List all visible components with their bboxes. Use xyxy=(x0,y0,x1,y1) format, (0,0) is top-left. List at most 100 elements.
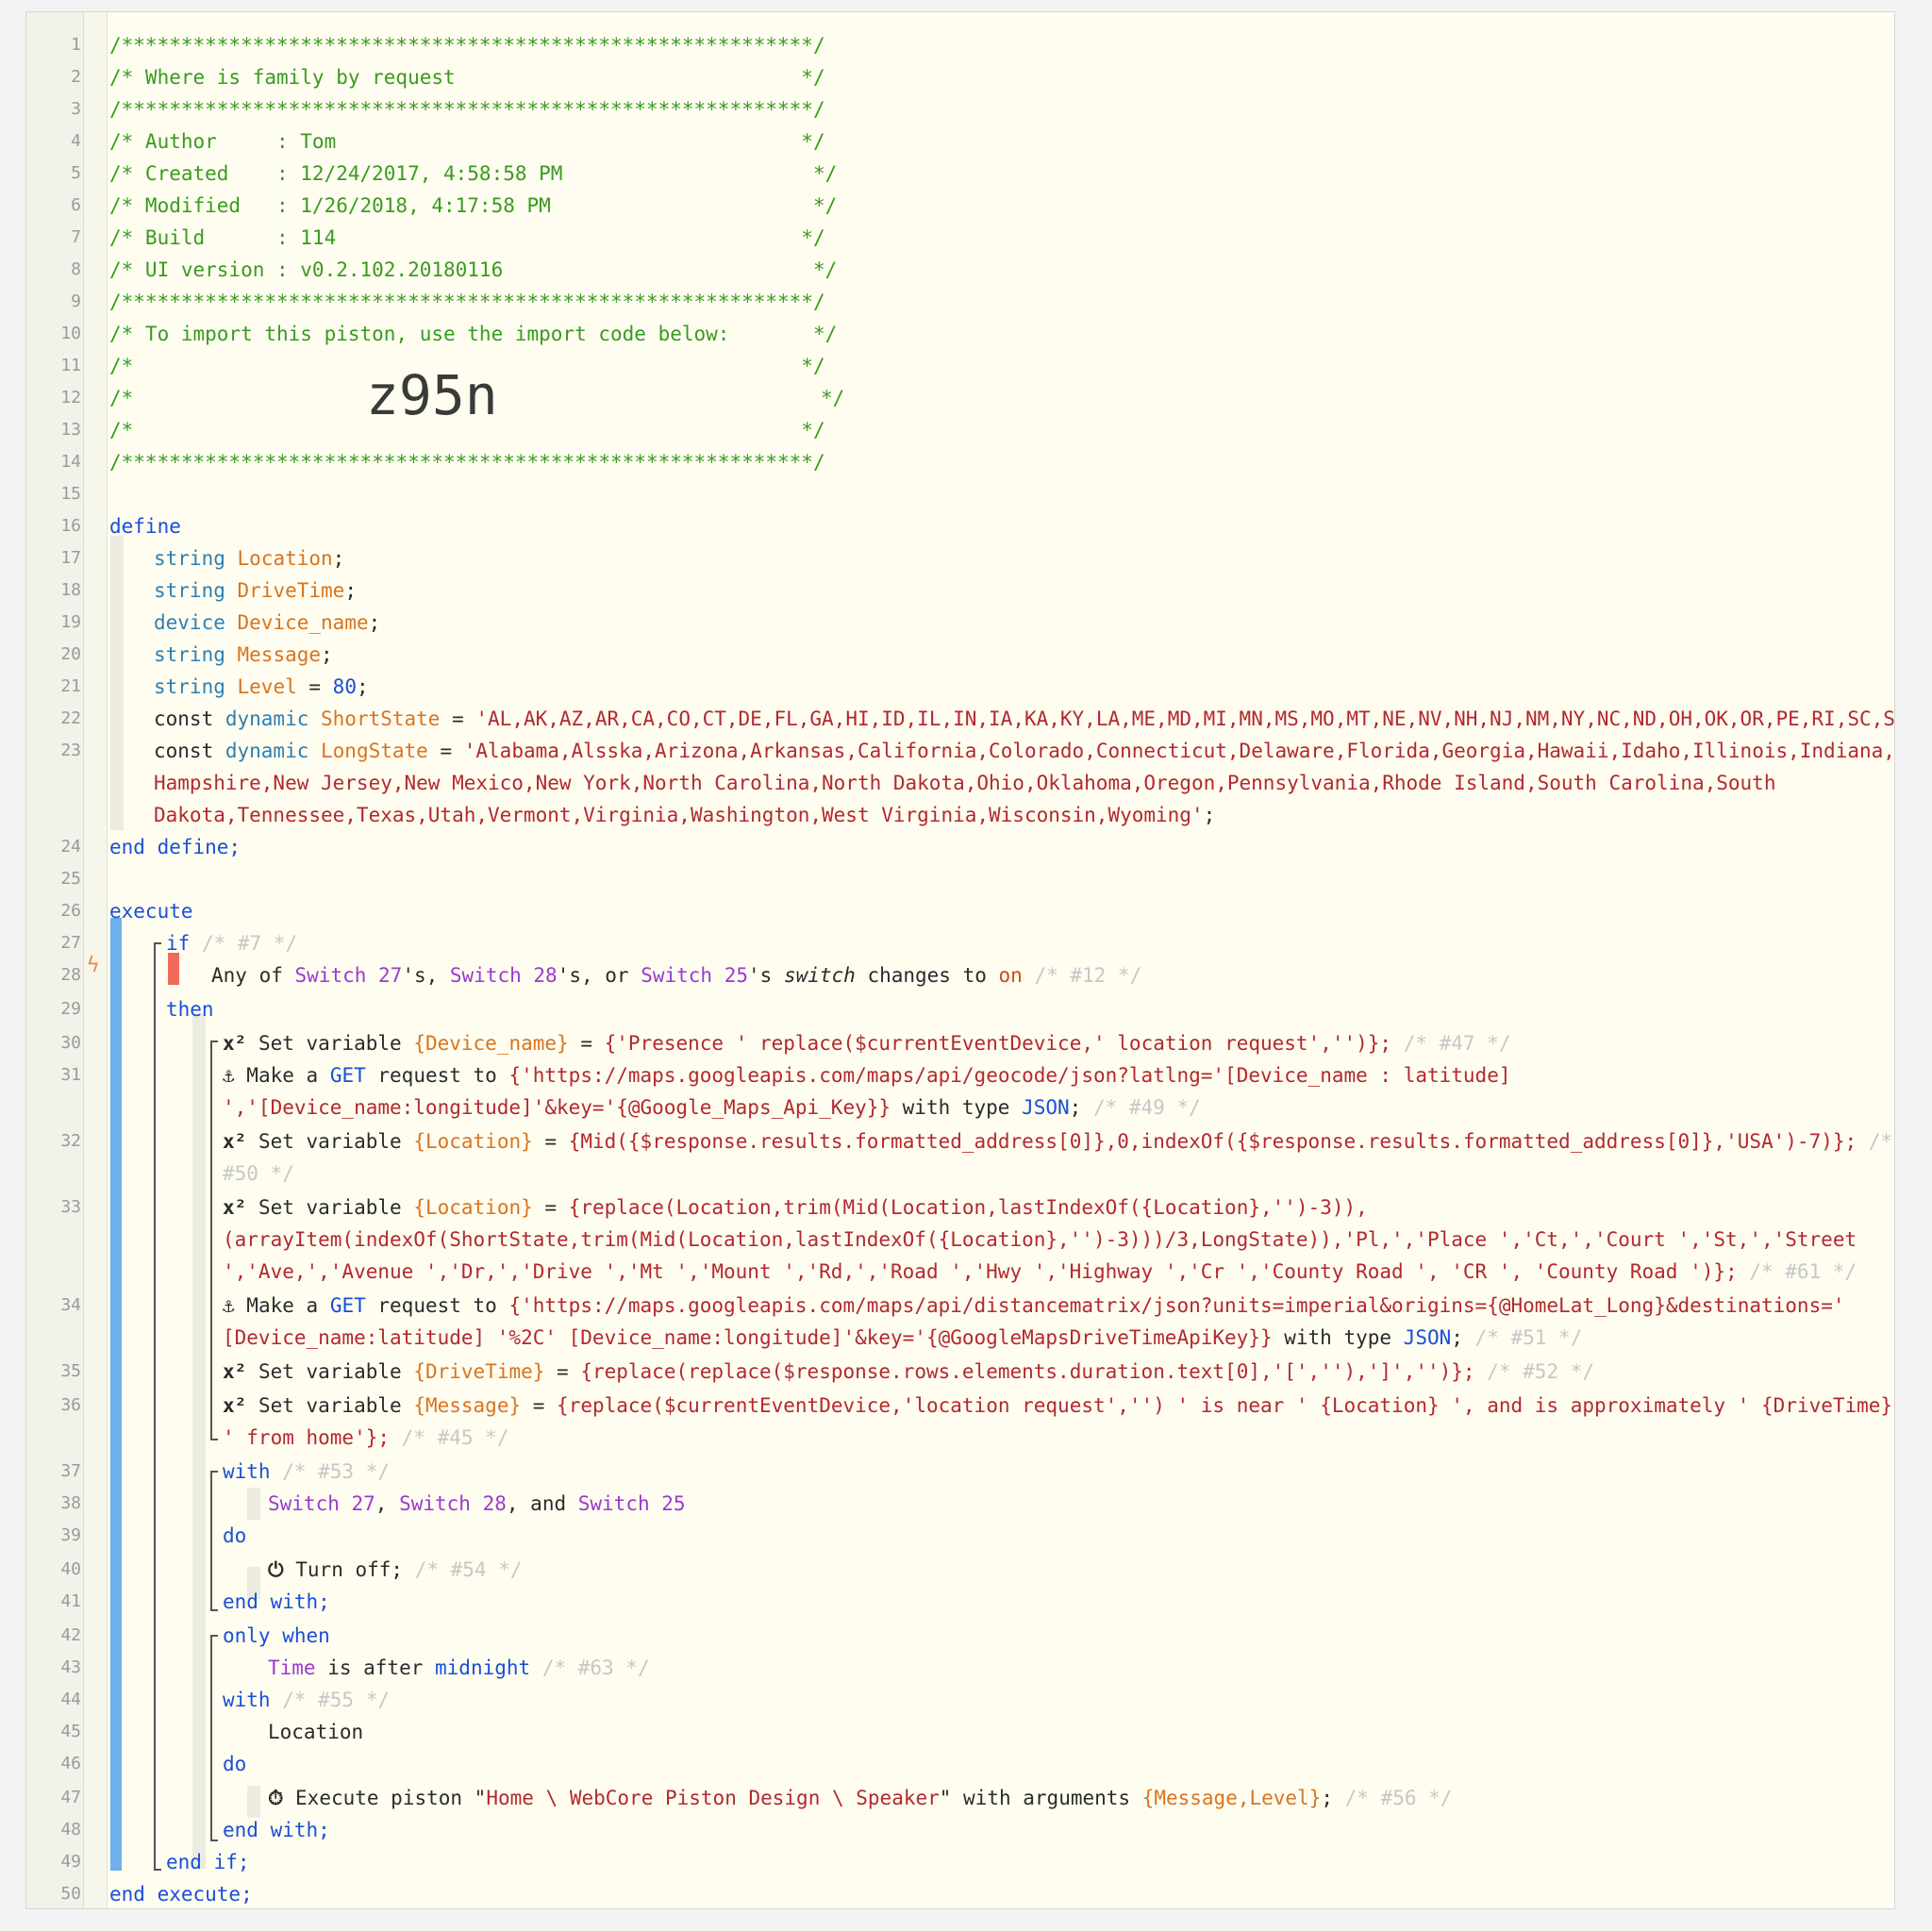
line-number: 29 xyxy=(60,999,81,1019)
set-variable-statement[interactable]: x² Set variable {Location} = {replace(Lo… xyxy=(223,1191,1368,1224)
device-list[interactable]: Switch 27, Switch 28, and Switch 25 xyxy=(268,1488,686,1520)
line-number: 41 xyxy=(60,1591,81,1611)
set-variable-statement[interactable]: x² Set variable {Device_name} = {'Presen… xyxy=(223,1027,1511,1059)
line-number: 9 xyxy=(71,291,81,311)
then-block-indent xyxy=(192,1013,206,1869)
comment-line: /* Where is family by request */ xyxy=(109,66,825,89)
set-variable-statement[interactable]: x² Set variable {DriveTime} = {replace(r… xyxy=(223,1356,1594,1388)
comment-line: /***************************************… xyxy=(109,451,825,474)
set-variable-statement[interactable]: x² Set variable {Message} = {replace($cu… xyxy=(223,1390,1892,1422)
comment-line: /***************************************… xyxy=(109,291,825,313)
line-number: 26 xyxy=(60,901,81,921)
expression-continuation: (arrayItem(indexOf(ShortState,trim(Mid(L… xyxy=(223,1228,1857,1251)
line-number: 2 xyxy=(71,67,81,87)
with-block-indent xyxy=(247,1488,260,1520)
line-number: 1 xyxy=(71,35,81,55)
keyword-end-execute: end execute; xyxy=(109,1883,253,1906)
turn-off-command[interactable]: ⏻ Turn off; /* #54 */ xyxy=(268,1554,523,1586)
line-number: 33 xyxy=(60,1197,81,1217)
variable-declaration[interactable]: const dynamic ShortState = 'AL,AK,AZ,AR,… xyxy=(154,703,1894,735)
line-number: 31 xyxy=(60,1065,81,1085)
if-statement[interactable]: if /* #7 */ xyxy=(166,927,297,959)
keyword-do: do xyxy=(223,1753,247,1775)
comment-line: /* To import this piston, use the import… xyxy=(109,323,838,345)
line-number: 4 xyxy=(71,131,81,151)
http-request-statement[interactable]: ⚓ Make a GET request to {'https://maps.g… xyxy=(223,1290,1845,1322)
line-number: 46 xyxy=(60,1754,81,1773)
variable-declaration[interactable]: device Device_name; xyxy=(154,607,380,639)
with-statement[interactable]: with /* #53 */ xyxy=(223,1456,390,1488)
line-number: 34 xyxy=(60,1295,81,1315)
keyword-end-with: end with; xyxy=(223,1590,330,1613)
variable-declaration[interactable]: string Message; xyxy=(154,639,333,671)
only-when-bracket xyxy=(210,1635,218,1841)
keyword-end-with: end with; xyxy=(223,1819,330,1841)
power-icon: ⏻ xyxy=(268,1558,284,1581)
anchor-icon: ⚓ xyxy=(223,1064,235,1087)
with-bracket xyxy=(210,1471,218,1611)
clock-icon: ⏱ xyxy=(268,1787,284,1809)
expression-continuation: ','Ave,','Avenue ','Dr,','Drive ','Mt ',… xyxy=(223,1260,1857,1283)
line-number: 24 xyxy=(60,837,81,857)
line-number: 25 xyxy=(60,869,81,889)
line-number: 20 xyxy=(60,644,81,664)
line-number: 19 xyxy=(60,612,81,632)
line-number: 43 xyxy=(60,1657,81,1677)
variable-declaration[interactable]: string Level = 80; xyxy=(154,671,369,703)
if-bracket xyxy=(154,942,161,1871)
line-number: 48 xyxy=(60,1820,81,1839)
line-number: 50 xyxy=(60,1884,81,1904)
comment-line: /* UI version : v0.2.102.20180116 */ xyxy=(109,258,838,281)
comment-line: /* xyxy=(109,387,134,409)
line-number: 15 xyxy=(60,484,81,504)
comment-line: /* */ xyxy=(109,419,825,441)
only-when-condition[interactable]: Time is after midnight /* #63 */ xyxy=(268,1652,650,1684)
line-number: 45 xyxy=(60,1722,81,1741)
variable-icon: x² xyxy=(223,1130,247,1153)
line-number: 12 xyxy=(60,388,81,408)
line-number: 6 xyxy=(71,195,81,215)
code-editor: ϟ 1 2 3 4 5 6 7 8 9 10 11 12 13 14 15 16 17 18 19 20 21 22 23 2… xyxy=(25,11,1895,1909)
variable-declaration[interactable]: const dynamic LongState = 'Alabama,Alssk… xyxy=(154,735,1894,767)
do-block-indent-2 xyxy=(247,1786,260,1818)
keyword-define: define xyxy=(109,515,181,538)
with-statement[interactable]: with /* #55 */ xyxy=(223,1684,390,1716)
location-target[interactable]: Location xyxy=(268,1716,363,1748)
variable-declaration[interactable]: string DriveTime; xyxy=(154,574,357,607)
variable-icon: x² xyxy=(223,1394,247,1417)
line-number: 14 xyxy=(60,452,81,472)
line-number: 32 xyxy=(60,1131,81,1151)
line-number: 22 xyxy=(60,708,81,728)
variable-icon: x² xyxy=(223,1360,247,1383)
define-block-indent xyxy=(110,536,124,830)
line-number: 39 xyxy=(60,1525,81,1545)
line-number: 23 xyxy=(60,741,81,760)
comment-line: /* Build : 114 */ xyxy=(109,226,825,249)
line-number: 37 xyxy=(60,1461,81,1481)
line-number: 16 xyxy=(60,516,81,536)
http-request-continuation: ','[Device_name:longitude]'&key='{@Googl… xyxy=(223,1096,1201,1119)
execute-piston-command[interactable]: ⏱ Execute piston "Home \ WebCore Piston … xyxy=(268,1782,1452,1814)
line-number: 7 xyxy=(71,227,81,247)
variable-declaration[interactable]: string Location; xyxy=(154,542,344,574)
string-continuation: Hampshire,New Jersey,New Mexico,New York… xyxy=(154,772,1776,794)
line-number: 38 xyxy=(60,1493,81,1513)
line-number: 21 xyxy=(60,676,81,696)
statements-bracket xyxy=(210,1040,218,1440)
trigger-condition[interactable]: Any of Switch 27's, Switch 28's, or Swit… xyxy=(211,959,1141,991)
line-number: 8 xyxy=(71,259,81,279)
http-request-statement[interactable]: ⚓ Make a GET request to {'https://maps.g… xyxy=(223,1059,1511,1091)
set-variable-statement[interactable]: x² Set variable {Location} = {Mid({$resp… xyxy=(223,1125,1892,1157)
line-number: 27 xyxy=(60,933,81,953)
line-number: 40 xyxy=(60,1559,81,1579)
line-number: 49 xyxy=(60,1852,81,1872)
anchor-icon: ⚓ xyxy=(223,1294,235,1317)
http-request-continuation: [Device_name:latitude] '%2C' [Device_nam… xyxy=(223,1326,1583,1349)
comment-line: /* Modified : 1/26/2018, 4:17:58 PM */ xyxy=(109,194,838,217)
keyword-only-when: only when xyxy=(223,1624,330,1647)
expression-continuation: ' from home'}; /* #45 */ xyxy=(223,1426,509,1449)
line-number: 47 xyxy=(60,1788,81,1807)
line-number: 3 xyxy=(71,99,81,119)
comment-line: */ xyxy=(821,387,845,409)
variable-icon: x² xyxy=(223,1196,247,1219)
